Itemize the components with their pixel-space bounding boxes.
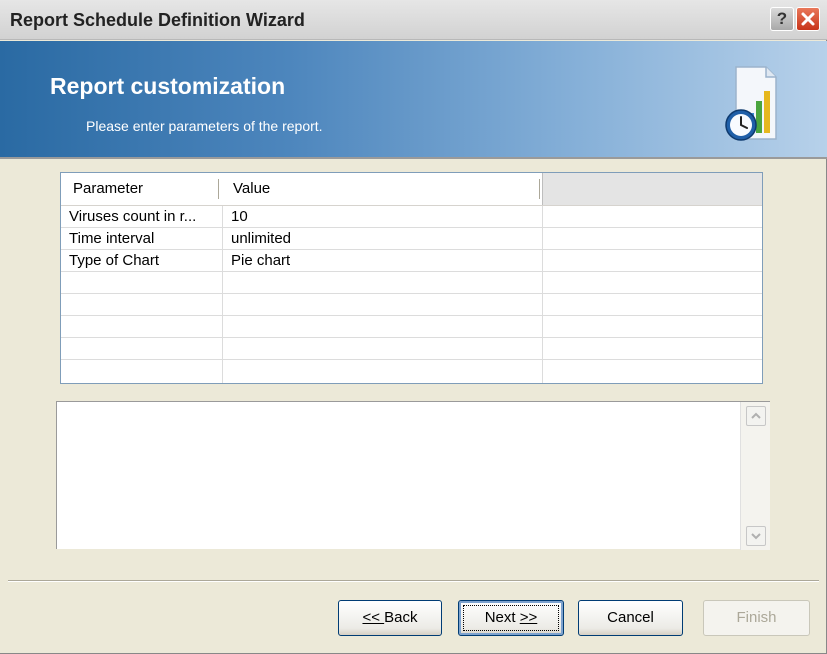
- next-button-label: Next: [484, 609, 520, 626]
- parameter-cell: Time interval: [69, 230, 155, 247]
- parameters-grid[interactable]: Parameter Value Viruses count in r... 10…: [60, 172, 763, 384]
- report-clock-chart-icon: [725, 66, 777, 141]
- table-row[interactable]: Type of Chart Pie chart: [61, 250, 762, 272]
- column-gridline: [222, 206, 223, 383]
- empty-row: [61, 272, 762, 294]
- value-cell[interactable]: Pie chart: [231, 252, 290, 269]
- grid-header: Parameter Value: [61, 173, 762, 206]
- window-title: Report Schedule Definition Wizard: [10, 10, 305, 30]
- scroll-up-button[interactable]: [746, 406, 766, 426]
- next-button-focus: Next >>: [463, 605, 559, 631]
- empty-row: [61, 338, 762, 360]
- cancel-button-label: Cancel: [607, 609, 654, 626]
- column-gridline: [542, 206, 543, 383]
- empty-row: [61, 294, 762, 316]
- column-header-parameter[interactable]: Parameter: [73, 180, 143, 197]
- back-button-prefix: <<: [362, 609, 385, 626]
- column-separator[interactable]: [539, 179, 540, 199]
- next-button[interactable]: Next >>: [458, 600, 564, 636]
- column-separator[interactable]: [218, 179, 219, 199]
- close-button[interactable]: [796, 7, 820, 31]
- next-button-suffix: >>: [519, 609, 538, 626]
- close-icon: [801, 12, 815, 26]
- chevron-down-icon: [751, 533, 761, 540]
- page-subtitle: Please enter parameters of the report.: [86, 118, 323, 134]
- page-title: Report customization: [50, 73, 286, 99]
- vertical-scrollbar[interactable]: [740, 402, 770, 550]
- parameter-cell: Type of Chart: [69, 252, 160, 269]
- empty-header-area: [542, 173, 762, 205]
- empty-row: [61, 316, 762, 338]
- finish-button-label: Finish: [736, 609, 777, 626]
- value-cell[interactable]: 10: [231, 208, 248, 225]
- title-bar: Report Schedule Definition Wizard ?: [0, 0, 827, 40]
- empty-row: [61, 360, 762, 382]
- value-cell[interactable]: unlimited: [231, 230, 291, 247]
- wizard-header: Report customization Please enter parame…: [0, 41, 827, 157]
- help-icon: ?: [776, 9, 788, 28]
- parameter-cell: Viruses count in r...: [69, 208, 197, 225]
- footer-divider: [8, 580, 819, 582]
- table-row[interactable]: Time interval unlimited: [61, 228, 762, 250]
- back-button[interactable]: << Back: [338, 600, 442, 636]
- cancel-button[interactable]: Cancel: [578, 600, 683, 636]
- help-button[interactable]: ?: [770, 7, 794, 31]
- scroll-down-button[interactable]: [746, 526, 766, 546]
- table-row[interactable]: Viruses count in r... 10: [61, 206, 762, 228]
- header-divider: [0, 157, 827, 159]
- wizard-window: Report Schedule Definition Wizard ? Repo…: [0, 0, 827, 654]
- finish-button: Finish: [703, 600, 810, 636]
- column-header-value[interactable]: Value: [233, 180, 270, 197]
- chevron-up-icon: [751, 412, 761, 419]
- back-button-label: Back: [384, 609, 418, 626]
- description-box[interactable]: [56, 401, 770, 550]
